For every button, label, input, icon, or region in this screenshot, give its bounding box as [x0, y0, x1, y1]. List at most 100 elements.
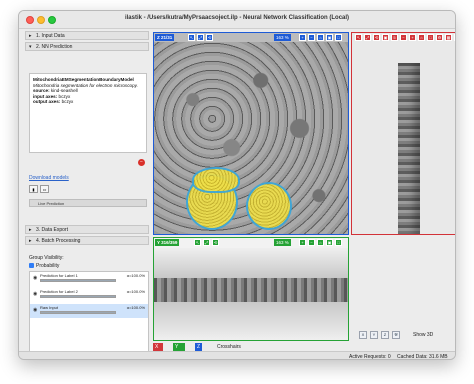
yz-view-toolbar: ↖ ⤢ ⟲ ▣ 5 − + ⌂ □ ⚙ ▦ ◫: [352, 33, 455, 42]
xz-slice-indicator[interactable]: Y 316/359: [155, 239, 180, 246]
layer-item[interactable]: ◉ Prediction for Label 2 α=100.0%: [30, 288, 148, 302]
lock-icon[interactable]: ▣: [326, 239, 333, 246]
zoom-out-icon[interactable]: −: [400, 34, 407, 41]
view-x-button[interactable]: X: [359, 331, 367, 339]
fit-icon[interactable]: □: [335, 34, 342, 41]
eye-icon[interactable]: ◉: [33, 307, 37, 313]
undock-icon[interactable]: ↖: [355, 34, 362, 41]
layer-opacity: α=100.0%: [126, 289, 145, 294]
maximize-icon[interactable]: ⤢: [203, 239, 210, 246]
maximize-icon[interactable]: ⤢: [364, 34, 371, 41]
lock-icon[interactable]: ▣: [326, 34, 333, 41]
source-label: source:: [33, 88, 50, 94]
remove-model-button[interactable]: −: [138, 159, 145, 166]
zoom-in-icon[interactable]: +: [409, 34, 416, 41]
fit-icon[interactable]: □: [427, 34, 434, 41]
xy-view[interactable]: Z 21/31 ↖ ⤢ ⟲ 163 % + − ⌂ ▣ □: [153, 32, 349, 235]
wrench-icon[interactable]: ⚒: [392, 331, 400, 339]
view-icon[interactable]: ◫: [454, 34, 455, 41]
y-coordinate[interactable]: Y 316: [173, 343, 186, 358]
layer-opacity-bar[interactable]: [40, 279, 116, 282]
applet-data-export[interactable]: ▸ 3. Data Export: [25, 225, 149, 234]
live-prediction-button[interactable]: Live Prediction: [29, 199, 147, 207]
eye-icon[interactable]: ◉: [33, 291, 37, 297]
xz-gradient-top: [154, 248, 348, 278]
status-bar: Active Requests: 0 Cached Data: 31.6 MB: [19, 351, 455, 360]
zoom-in-icon[interactable]: +: [299, 34, 306, 41]
layer-opacity-fill: [41, 280, 115, 281]
slice-indicator[interactable]: 5: [391, 34, 398, 41]
chevron-right-icon: ▸: [29, 33, 32, 39]
em-image: [154, 42, 348, 234]
home-icon[interactable]: ⌂: [317, 239, 324, 246]
yz-view[interactable]: ↖ ⤢ ⟲ ▣ 5 − + ⌂ □ ⚙ ▦ ◫: [351, 32, 455, 235]
mitochondria-prediction: [192, 167, 240, 193]
xz-gradient-bottom: [154, 302, 348, 340]
home-icon[interactable]: ⌂: [317, 34, 324, 41]
xz-view[interactable]: Y 316/359 ↖ ⤢ ⟲ 163 % + − ⌂ ▣ □: [153, 237, 349, 341]
sync-icon[interactable]: ⟲: [212, 239, 219, 246]
sync-icon[interactable]: ⟲: [373, 34, 380, 41]
status-cached-data: Cached Data: 31.6 MB: [397, 354, 448, 360]
xy-view-toolbar: Z 21/31 ↖ ⤢ ⟲ 163 % + − ⌂ ▣ □: [154, 33, 348, 42]
xz-image-band: [154, 278, 348, 302]
layer-opacity-fill: [41, 296, 115, 297]
model-info-box: MitochondriaEMSegmentationBoundaryModel …: [29, 73, 147, 153]
xy-slice-indicator[interactable]: Z 21/31: [155, 34, 175, 41]
mitochondria-prediction: [246, 182, 292, 230]
status-active-requests: Active Requests: 0: [349, 354, 391, 360]
settings-icon[interactable]: ⚙: [436, 34, 443, 41]
xz-view-toolbar: Y 316/359 ↖ ⤢ ⟲ 163 % + − ⌂ ▣ □: [154, 238, 348, 247]
z-label: Z: [197, 344, 201, 350]
input-axes-value: bczyx: [58, 93, 71, 99]
view-y-button[interactable]: Y: [370, 331, 378, 339]
layer-item-selected[interactable]: ◉ Raw Input α=100.0%: [30, 304, 148, 318]
applet-label: 2. NN Prediction: [36, 44, 73, 50]
xz-zoom-level[interactable]: 163 %: [274, 239, 291, 246]
settings-tool-button[interactable]: ▭: [40, 185, 49, 193]
input-axes-label: input axes:: [33, 93, 58, 99]
y-label: Y: [175, 344, 179, 350]
probability-checkbox[interactable]: Probability: [29, 263, 59, 269]
layer-opacity-bar[interactable]: [40, 311, 116, 314]
applet-nn-prediction[interactable]: ▾ 2. NN Prediction: [25, 42, 149, 51]
applet-input-data[interactable]: ▸ 1. Input Data: [25, 31, 149, 40]
x-label: X: [155, 344, 159, 350]
layer-opacity-bar[interactable]: [40, 295, 116, 298]
app-window: ilastik - /Users/kutra/MyPrsaacsoject.il…: [18, 10, 456, 360]
chevron-right-icon: ▸: [29, 227, 32, 233]
eye-icon[interactable]: ◉: [33, 275, 37, 281]
maximize-icon[interactable]: ⤢: [197, 34, 204, 41]
group-visibility-label: Group Visibility:: [29, 255, 64, 261]
xy-zoom-level[interactable]: 163 %: [274, 34, 291, 41]
layer-opacity: α=100.0%: [126, 273, 145, 278]
view-z-button[interactable]: Z: [381, 331, 389, 339]
undock-icon[interactable]: ↖: [188, 34, 195, 41]
applet-label: 3. Data Export: [36, 227, 68, 233]
sync-icon[interactable]: ⟲: [206, 34, 213, 41]
grid-icon[interactable]: ▦: [445, 34, 452, 41]
z-coordinate[interactable]: Z 0: [195, 343, 203, 358]
chevron-right-icon: ▸: [29, 238, 32, 244]
show-3d-label[interactable]: Show 3D: [413, 332, 433, 338]
zoom-in-icon[interactable]: +: [299, 239, 306, 246]
lock-icon[interactable]: ▣: [382, 34, 389, 41]
cursor-tool-button[interactable]: ▮: [29, 185, 38, 193]
applet-label: 1. Input Data: [36, 33, 65, 39]
zoom-out-icon[interactable]: −: [308, 34, 315, 41]
crosshairs-toggle[interactable]: Crosshairs: [217, 344, 241, 350]
output-axes-value: bczyx: [61, 99, 74, 105]
probability-label: Probability: [36, 263, 60, 269]
x-coordinate[interactable]: X 97: [153, 343, 163, 358]
layer-item[interactable]: ◉ Prediction for Label 1 α=100.0%: [30, 272, 148, 286]
layer-opacity-fill: [41, 312, 115, 313]
applet-batch-processing[interactable]: ▸ 4. Batch Processing: [25, 236, 149, 245]
layer-list: ◉ Prediction for Label 1 α=100.0% ◉ Pred…: [29, 271, 149, 357]
zoom-out-icon[interactable]: −: [308, 239, 315, 246]
download-models-link[interactable]: Download models: [29, 175, 69, 181]
undock-icon[interactable]: ↖: [194, 239, 201, 246]
checkbox-checked-icon: [29, 263, 34, 268]
fit-icon[interactable]: □: [335, 239, 342, 246]
yz-image-strip: [398, 63, 420, 234]
home-icon[interactable]: ⌂: [418, 34, 425, 41]
